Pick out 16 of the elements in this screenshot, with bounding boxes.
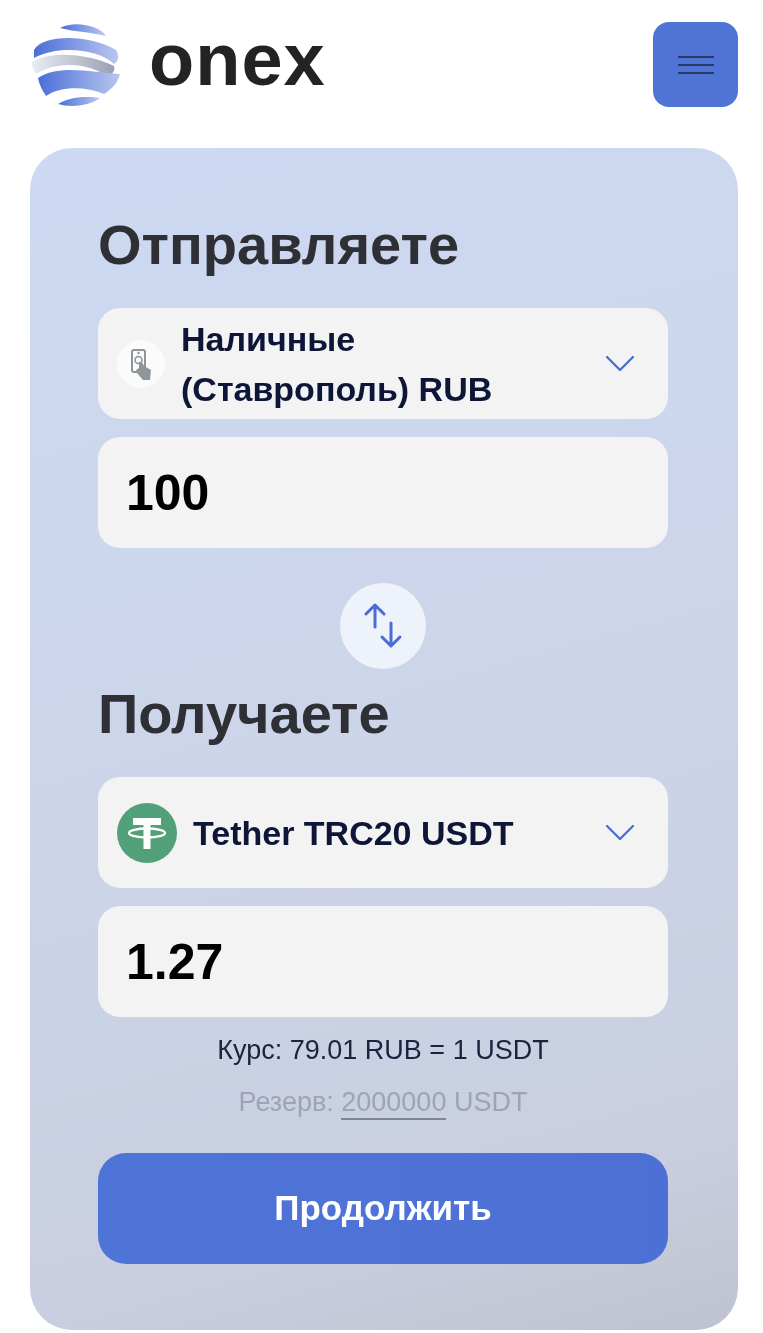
exchange-rate-text: Курс: 79.01 RUB = 1 USDT [216, 1034, 550, 1066]
logo-text: onex [149, 23, 326, 97]
menu-icon [677, 55, 714, 74]
amount-input[interactable]: 1.27 [98, 906, 668, 1017]
currency-select[interactable]: Наличные (Ставрополь) RUB [98, 308, 668, 419]
up-down-arrows-icon [363, 603, 403, 649]
chevron-down-icon [606, 825, 634, 840]
menu-button[interactable] [653, 22, 738, 107]
section-heading: Получаете [98, 682, 391, 746]
continue-button[interactable]: Продолжить [98, 1153, 668, 1264]
tether-coin-icon [117, 802, 177, 863]
chevron-down-icon [606, 356, 634, 371]
currency-select[interactable]: Tether TRC20 USDT [98, 777, 668, 888]
hand-phone-icon [117, 339, 165, 388]
amount-input[interactable]: 100 [98, 437, 668, 548]
section-heading: Отправляете [98, 213, 461, 277]
